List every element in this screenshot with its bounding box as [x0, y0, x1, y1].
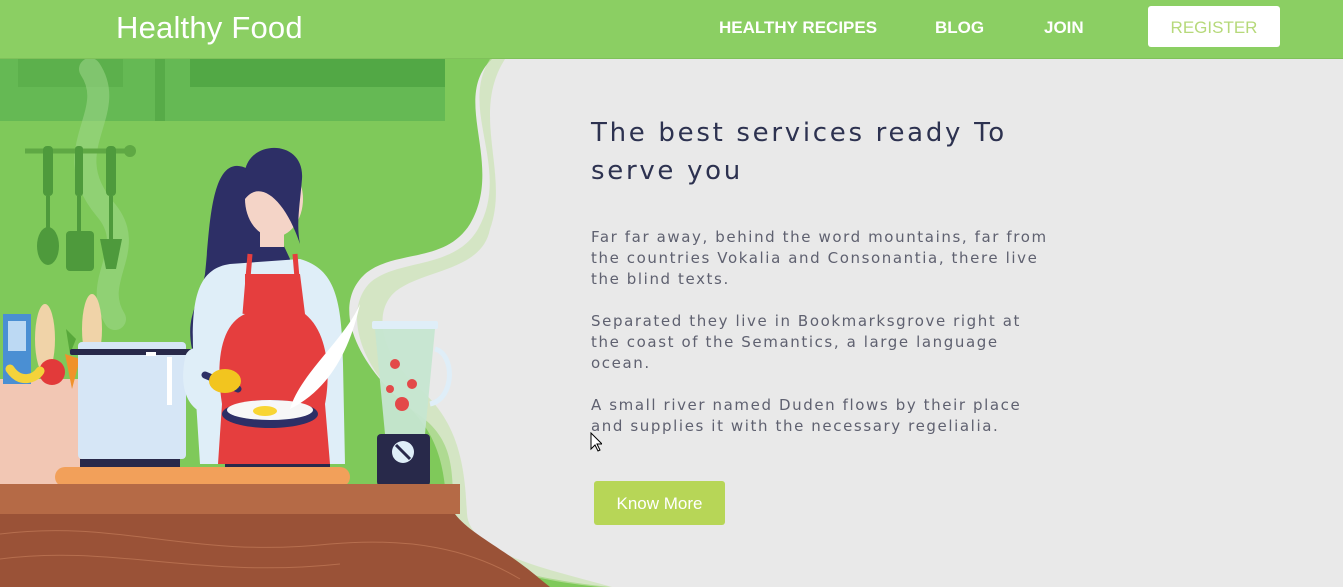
nav-link-blog[interactable]: BLOG	[935, 18, 984, 38]
hero-paragraph-3: A small river named Duden flows by their…	[591, 396, 1022, 435]
nav-link-join[interactable]: JOIN	[1044, 18, 1084, 38]
register-button[interactable]: REGISTER	[1148, 6, 1280, 47]
hero-content: The best services ready To serve you Far…	[591, 114, 1061, 437]
hero-heading: The best services ready To serve you	[591, 118, 1007, 186]
navbar: Healthy Food HEALTHY RECIPES BLOG JOIN R…	[0, 0, 1343, 59]
hero-paragraph-1: Far far away, behind the word mountains,…	[591, 228, 1048, 288]
woman-cooking-illustration	[0, 59, 612, 587]
hero-paragraph-2: Separated they live in Bookmarksgrove ri…	[591, 312, 1022, 372]
mouse-pointer-icon	[590, 432, 602, 452]
know-more-button[interactable]: Know More	[594, 481, 725, 525]
nav-link-healthy-recipes[interactable]: HEALTHY RECIPES	[719, 18, 877, 38]
brand-logo[interactable]: Healthy Food	[116, 10, 303, 46]
